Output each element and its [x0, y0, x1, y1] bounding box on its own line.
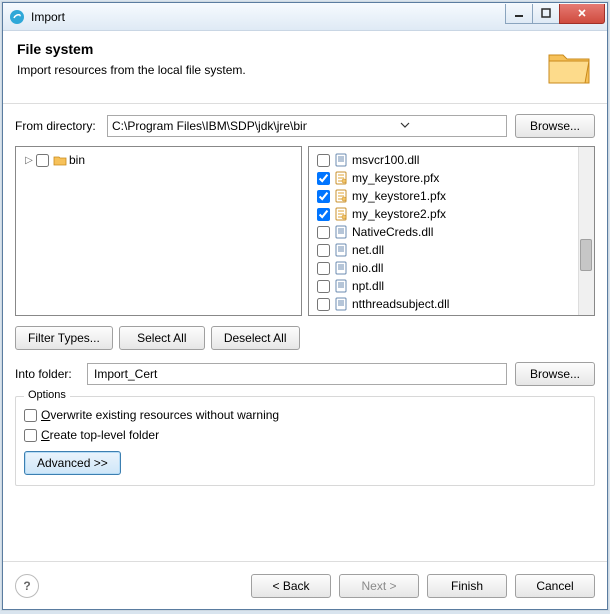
select-all-button[interactable]: Select All — [119, 326, 205, 350]
file-name: my_keystore1.pfx — [352, 189, 446, 203]
deselect-all-button[interactable]: Deselect All — [211, 326, 300, 350]
back-button[interactable]: < Back — [251, 574, 331, 598]
file-checkbox[interactable] — [317, 208, 330, 221]
browse-source-button[interactable]: Browse... — [515, 114, 595, 138]
wizard-content: From directory: C:\Program Files\IBM\SDP… — [3, 104, 607, 561]
import-dialog: Import File system Import resources from… — [2, 2, 608, 610]
filter-types-button[interactable]: Filter Types... — [15, 326, 113, 350]
overwrite-label[interactable]: Overwrite existing resources without war… — [41, 408, 279, 422]
file-checkbox[interactable] — [317, 154, 330, 167]
file-name: net.dll — [352, 243, 384, 257]
scrollbar[interactable] — [578, 147, 594, 315]
file-checkbox[interactable] — [317, 226, 330, 239]
help-icon[interactable]: ? — [15, 574, 39, 598]
certificate-icon — [334, 171, 348, 185]
file-list-pane[interactable]: msvcr100.dll my_keystore.pfx my_keystore1.… — [308, 146, 595, 316]
into-folder-input[interactable] — [87, 363, 507, 385]
file-name: npt.dll — [352, 279, 384, 293]
finish-button[interactable]: Finish — [427, 574, 507, 598]
wizard-banner: File system Import resources from the lo… — [3, 31, 607, 104]
file-name: my_keystore.pfx — [352, 171, 439, 185]
tree-item-label: bin — [69, 153, 85, 167]
file-name: my_keystore2.pfx — [352, 207, 446, 221]
top-level-label[interactable]: Create top-level folder — [41, 428, 159, 442]
file-row[interactable]: nio.dll — [311, 259, 592, 277]
from-directory-combo[interactable]: C:\Program Files\IBM\SDP\jdk\jre\bin — [107, 115, 507, 137]
options-group: Options Overwrite existing resources wit… — [15, 396, 595, 486]
folder-icon — [53, 154, 67, 166]
file-icon — [334, 243, 348, 257]
folder-large-icon — [545, 41, 593, 89]
file-checkbox[interactable] — [317, 298, 330, 311]
directory-tree-pane[interactable]: ▷ bin — [15, 146, 302, 316]
file-name: ntthreadsubject.dll — [352, 297, 449, 311]
wizard-footer: ? < Back Next > Finish Cancel — [3, 561, 607, 609]
next-button[interactable]: Next > — [339, 574, 419, 598]
from-directory-value: C:\Program Files\IBM\SDP\jdk\jre\bin — [112, 119, 307, 133]
file-checkbox[interactable] — [317, 262, 330, 275]
app-icon — [9, 9, 25, 25]
file-row[interactable]: msvcr100.dll — [311, 151, 592, 169]
tree-checkbox-bin[interactable] — [36, 154, 49, 167]
certificate-icon — [334, 207, 348, 221]
file-row[interactable]: ntthreadsubject.dll — [311, 295, 592, 313]
from-directory-label: From directory: — [15, 119, 107, 133]
certificate-icon — [334, 189, 348, 203]
options-legend: Options — [24, 389, 70, 401]
file-icon — [334, 225, 348, 239]
top-level-checkbox[interactable] — [24, 429, 37, 442]
file-icon — [334, 261, 348, 275]
file-row[interactable]: npt.dll — [311, 277, 592, 295]
cancel-button[interactable]: Cancel — [515, 574, 595, 598]
file-checkbox[interactable] — [317, 190, 330, 203]
file-row[interactable]: net.dll — [311, 241, 592, 259]
window-buttons — [506, 4, 605, 24]
banner-subheading: Import resources from the local file sys… — [17, 63, 545, 77]
file-row[interactable]: my_keystore1.pfx — [311, 187, 592, 205]
banner-heading: File system — [17, 41, 545, 57]
file-name: NativeCreds.dll — [352, 225, 433, 239]
into-folder-label: Into folder: — [15, 367, 87, 381]
expand-icon[interactable]: ▷ — [24, 155, 34, 166]
maximize-button[interactable] — [532, 4, 560, 24]
file-name: nio.dll — [352, 261, 383, 275]
file-row[interactable]: my_keystore2.pfx — [311, 205, 592, 223]
chevron-down-icon[interactable] — [307, 119, 502, 133]
file-checkbox[interactable] — [317, 280, 330, 293]
tree-item-bin[interactable]: ▷ bin — [18, 151, 299, 169]
file-row[interactable]: NativeCreds.dll — [311, 223, 592, 241]
file-icon — [334, 153, 348, 167]
minimize-button[interactable] — [505, 4, 533, 24]
browse-target-button[interactable]: Browse... — [515, 362, 595, 386]
file-icon — [334, 279, 348, 293]
file-row[interactable]: my_keystore.pfx — [311, 169, 592, 187]
scroll-thumb[interactable] — [580, 239, 592, 271]
file-checkbox[interactable] — [317, 244, 330, 257]
file-name: msvcr100.dll — [352, 153, 419, 167]
file-icon — [334, 297, 348, 311]
close-button[interactable] — [559, 4, 605, 24]
window-title: Import — [31, 10, 506, 24]
advanced-button[interactable]: Advanced >> — [24, 451, 121, 475]
titlebar: Import — [3, 3, 607, 31]
file-checkbox[interactable] — [317, 172, 330, 185]
overwrite-checkbox[interactable] — [24, 409, 37, 422]
